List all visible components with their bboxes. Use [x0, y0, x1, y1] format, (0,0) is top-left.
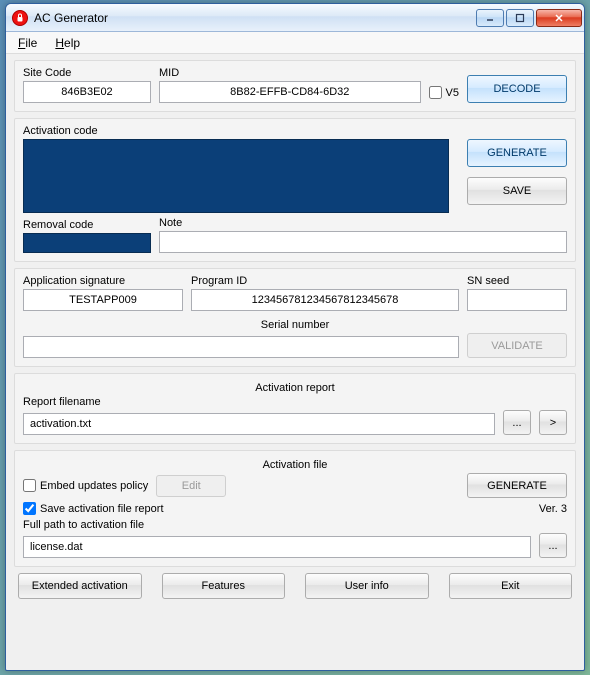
report-filename-input[interactable]: [23, 413, 495, 435]
save-report-checkbox[interactable]: Save activation file report: [23, 502, 164, 515]
app-window: AC Generator File Help Site Code MID: [5, 3, 585, 671]
sn-seed-input[interactable]: [467, 289, 567, 311]
decode-group: Site Code MID V5 DECODE: [14, 60, 576, 112]
site-code-input[interactable]: [23, 81, 151, 103]
serial-number-field: [23, 336, 459, 358]
generate-file-button[interactable]: GENERATE: [467, 473, 567, 498]
activation-file-title: Activation file: [23, 459, 567, 471]
activation-path-input[interactable]: [23, 536, 531, 558]
v5-checkbox-input[interactable]: [429, 86, 442, 99]
menu-help[interactable]: Help: [47, 34, 88, 52]
note-label: Note: [159, 217, 567, 229]
signature-group: Application signature Program ID SN seed…: [14, 268, 576, 367]
app-signature-input[interactable]: [23, 289, 183, 311]
bottom-button-bar: Extended activation Features User info E…: [14, 573, 576, 599]
activation-path-browse-button[interactable]: ...: [539, 533, 567, 558]
decode-button[interactable]: DECODE: [467, 75, 567, 103]
activation-code-label: Activation code: [23, 125, 449, 137]
mid-input[interactable]: [159, 81, 421, 103]
embed-updates-input[interactable]: [23, 479, 36, 492]
report-filename-label: Report filename: [23, 396, 567, 408]
menu-file[interactable]: File: [10, 34, 45, 52]
validate-button[interactable]: VALIDATE: [467, 333, 567, 358]
minimize-button[interactable]: [476, 9, 504, 27]
activation-report-title: Activation report: [23, 382, 567, 394]
user-info-button[interactable]: User info: [305, 573, 429, 599]
v5-checkbox[interactable]: V5: [429, 86, 459, 99]
activation-path-label: Full path to activation file: [23, 519, 567, 531]
sn-seed-label: SN seed: [467, 275, 567, 287]
activation-group: Activation code GENERATE SAVE Removal co…: [14, 118, 576, 262]
window-title: AC Generator: [34, 11, 476, 25]
note-input[interactable]: [159, 231, 567, 253]
menubar: File Help: [6, 32, 584, 54]
removal-code-label: Removal code: [23, 219, 151, 231]
close-button[interactable]: [536, 9, 582, 27]
program-id-input[interactable]: [191, 289, 459, 311]
removal-code-field[interactable]: [23, 233, 151, 253]
exit-button[interactable]: Exit: [449, 573, 573, 599]
features-button[interactable]: Features: [162, 573, 286, 599]
embed-updates-checkbox[interactable]: Embed updates policy: [23, 479, 148, 492]
app-signature-label: Application signature: [23, 275, 183, 287]
version-label: Ver. 3: [539, 503, 567, 515]
maximize-button[interactable]: [506, 9, 534, 27]
report-go-button[interactable]: >: [539, 410, 567, 435]
serial-number-label: Serial number: [23, 319, 567, 331]
edit-button[interactable]: Edit: [156, 475, 226, 497]
mid-label: MID: [159, 67, 421, 79]
extended-activation-button[interactable]: Extended activation: [18, 573, 142, 599]
activation-code-field[interactable]: [23, 139, 449, 213]
titlebar: AC Generator: [6, 4, 584, 32]
activation-file-group: Activation file Embed updates policy Edi…: [14, 450, 576, 567]
program-id-label: Program ID: [191, 275, 459, 287]
report-browse-button[interactable]: ...: [503, 410, 531, 435]
app-icon: [12, 10, 28, 26]
save-activation-button[interactable]: SAVE: [467, 177, 567, 205]
activation-report-group: Activation report Report filename ... >: [14, 373, 576, 444]
site-code-label: Site Code: [23, 67, 151, 79]
generate-activation-button[interactable]: GENERATE: [467, 139, 567, 167]
save-report-input[interactable]: [23, 502, 36, 515]
